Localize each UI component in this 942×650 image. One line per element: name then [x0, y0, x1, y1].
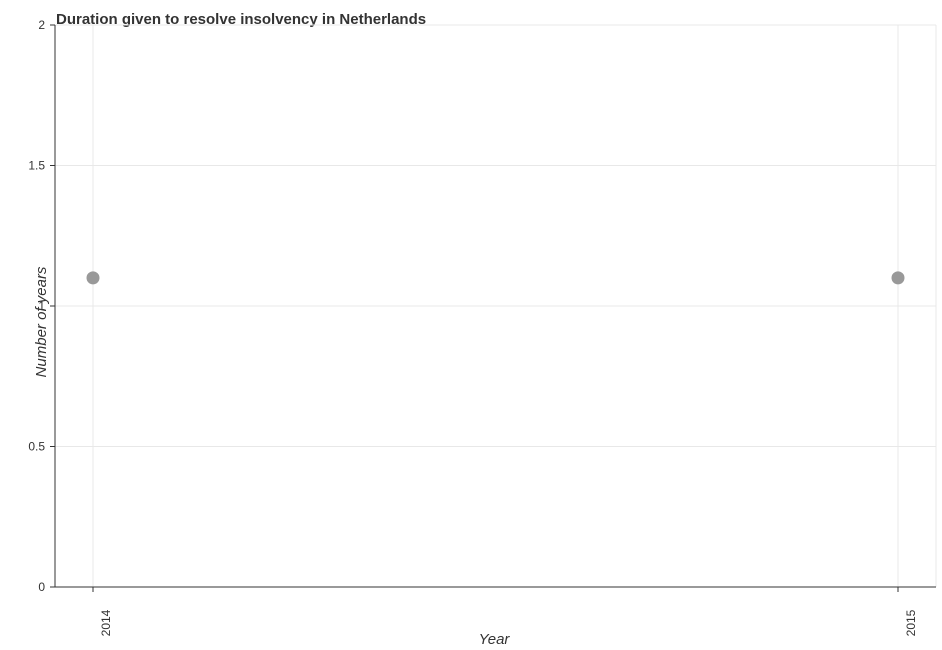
y-tick-label: 1.5 — [28, 159, 45, 173]
x-tick-label: 2015 — [904, 609, 918, 636]
chart: Duration given to resolve insolvency in … — [28, 11, 937, 648]
axes: 00.511.522014 2015 — [28, 18, 936, 636]
data-point — [86, 271, 100, 285]
x-tick-label: 2014 — [99, 609, 113, 636]
y-tick-label: 0 — [38, 580, 45, 594]
data-point — [891, 271, 905, 285]
y-tick-label: 0.5 — [28, 440, 45, 454]
x-axis-label: Year — [479, 631, 511, 648]
grid-lines — [55, 24, 937, 588]
y-axis-label: Number of years — [33, 266, 50, 377]
data-points — [86, 271, 905, 285]
y-tick-label: 2 — [38, 18, 45, 32]
